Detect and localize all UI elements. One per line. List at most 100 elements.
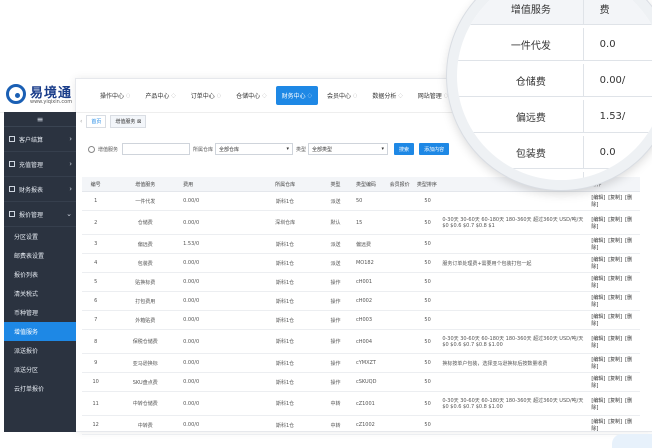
sidebar-group-label: 充值管理 — [19, 161, 44, 169]
cell-name: 保税仓储费 — [109, 329, 182, 354]
edit-link[interactable]: [编辑] — [591, 314, 605, 320]
services-table-wrap: 编号 增值服务 费用 所属仓库 类型 类型编码 会员报价 类型排序 操作 1 一件代发 0.00/0… — [82, 177, 640, 435]
sidebar-subitem[interactable]: 增值服务 — [4, 322, 76, 341]
edit-link[interactable]: [编辑] — [591, 398, 605, 404]
cell-desc — [440, 272, 590, 292]
edit-link[interactable]: [编辑] — [591, 257, 605, 263]
cell-desc — [440, 372, 590, 392]
tab-current[interactable]: 增值服务 ⊠ — [110, 115, 147, 128]
cell-vip — [387, 191, 415, 211]
copy-link[interactable]: [复制] — [608, 195, 622, 201]
cell-actions: [编辑] [复制] [删除] — [589, 253, 640, 273]
copy-link[interactable]: [复制] — [608, 357, 622, 363]
magnified-row: 仓储费 0.00/ — [457, 64, 652, 97]
sidebar-subitem[interactable]: 币种管理 — [4, 303, 76, 322]
warehouse-select[interactable]: 全部仓库 ▾ — [215, 143, 294, 155]
cell-sort: 50 — [414, 191, 441, 211]
corner-decoration — [612, 434, 652, 448]
copy-link[interactable]: [复制] — [608, 276, 622, 282]
logo[interactable]: 易境通 www.yiqixin.com — [6, 82, 82, 108]
cell-wh: 斯科1仓 — [253, 310, 318, 330]
magnified-service-name: 偏远费 — [515, 112, 546, 124]
cell-sort: 50 — [414, 329, 441, 354]
sidebar-subitem[interactable]: 云打单报价 — [4, 379, 76, 398]
sidebar-subitem[interactable]: 派送分区 — [4, 360, 76, 379]
nav-item[interactable]: 会员中心 ◌ — [321, 86, 363, 105]
add-content-button[interactable]: 添加内容 — [419, 143, 450, 155]
cell-desc — [440, 191, 590, 211]
edit-link[interactable]: [编辑] — [591, 295, 605, 301]
sidebar-subitem[interactable]: 派送报价 — [4, 341, 76, 360]
cell-desc: 0-30天 30-60天 60-180天 180-360天 超过360天 USD… — [440, 329, 590, 354]
sidebar-group[interactable]: 报价管理 ⌄ — [4, 202, 76, 227]
cell-name: 偏远费 — [109, 234, 182, 254]
sidebar-subitem[interactable]: 清关税式 — [4, 284, 76, 303]
copy-link[interactable]: [复制] — [608, 217, 622, 223]
table-row: 11 中转仓储费 0.00/0 斯科1仓 中转 cZ1001 50 0-30天 30-60天 … — [82, 391, 640, 416]
edit-link[interactable]: [编辑] — [591, 238, 605, 244]
copy-link[interactable]: [复制] — [608, 419, 622, 425]
sidebar-subitem[interactable]: 邮费表设置 — [4, 246, 76, 265]
edit-link[interactable]: [编辑] — [591, 276, 605, 282]
edit-link[interactable]: [编辑] — [591, 357, 605, 363]
column-header: 类型编码 — [353, 177, 388, 192]
sidebar-subitem[interactable]: 分区设置 — [4, 227, 76, 246]
magnified-fee: 费 — [582, 0, 652, 24]
nav-item[interactable]: 仓储中心 ◌ — [230, 86, 272, 105]
cell-vip — [387, 329, 415, 354]
sidebar-subitem[interactable]: 报价列表 — [4, 265, 76, 284]
edit-link[interactable]: [编辑] — [591, 195, 605, 201]
table-row: 8 保税仓储费 0.00/0 斯科1仓 操作 cH004 50 0-30天 30-60天 60… — [82, 329, 640, 354]
cell-sort: 50 — [414, 253, 441, 273]
cell-name: 中转仓储费 — [109, 391, 182, 416]
edit-link[interactable]: [编辑] — [591, 336, 605, 342]
type-select[interactable]: 全部类型 ▾ — [308, 143, 389, 155]
search-label: 增值服务 — [98, 146, 119, 153]
cell-sort: 50 — [414, 372, 441, 392]
cell-actions: [编辑] [复制] [删除] — [589, 191, 640, 211]
cell-wh: 斯科1仓 — [253, 234, 318, 254]
menu-toggle-icon[interactable]: ≡ — [4, 112, 76, 127]
nav-item-label: 产品中心 — [145, 93, 170, 100]
search-button[interactable]: 搜索 — [394, 143, 415, 155]
copy-link[interactable]: [复制] — [608, 376, 622, 382]
nav-item-label: 财务中心 — [281, 93, 306, 100]
tab-scroll-left-icon[interactable]: ‹ — [80, 118, 82, 125]
cell-sort: 50 — [414, 291, 441, 311]
edit-link[interactable]: [编辑] — [591, 419, 605, 425]
column-header: 类型排序 — [414, 177, 441, 192]
cell-actions: [编辑] [复制] [删除] — [589, 391, 640, 416]
copy-link[interactable]: [复制] — [608, 314, 622, 320]
nav-item[interactable]: 数据分析 ◌ — [366, 86, 408, 105]
sidebar-group[interactable]: 客户结算 › — [4, 127, 76, 152]
edit-link[interactable]: [编辑] — [591, 217, 605, 223]
copy-link[interactable]: [复制] — [608, 336, 622, 342]
search-input[interactable] — [122, 143, 191, 155]
logo-url: www.yiqixin.com — [30, 99, 73, 105]
nav-item[interactable]: 操作中心 ◌ — [94, 86, 136, 105]
cell-no: 3 — [82, 234, 110, 254]
nav-item-label: 操作中心 — [100, 93, 125, 100]
copy-link[interactable]: [复制] — [608, 398, 622, 404]
cell-code: 偏远费 — [353, 234, 388, 254]
tab-home[interactable]: 首页 — [86, 115, 107, 128]
cell-fee: 0.00/0 — [181, 253, 254, 273]
sidebar-group[interactable]: 财务报表 › — [4, 177, 76, 202]
cell-name: 打包费用 — [109, 291, 182, 311]
cell-code: cH001 — [353, 272, 388, 292]
cell-desc: 0-30天 30-60天 60-180天 180-360天 超过360天 USD… — [440, 210, 590, 235]
nav-item[interactable]: 财务中心 ◌ — [275, 86, 318, 105]
cell-vip — [387, 291, 415, 311]
copy-link[interactable]: [复制] — [608, 238, 622, 244]
sidebar-group[interactable]: 充值管理 › — [4, 152, 76, 177]
cell-vip — [387, 310, 415, 330]
copy-link[interactable]: [复制] — [608, 257, 622, 263]
magnified-service-name: 仓储费 — [515, 76, 546, 88]
nav-item[interactable]: 订单中心 ◌ — [185, 86, 227, 105]
copy-link[interactable]: [复制] — [608, 295, 622, 301]
nav-item-label: 仓储中心 — [236, 93, 261, 100]
cell-desc: 换标按单户包装，选择亚马逊换标后按数量收费 — [440, 353, 590, 373]
cell-name: SKU盘点费 — [109, 372, 182, 392]
edit-link[interactable]: [编辑] — [591, 376, 605, 382]
nav-item[interactable]: 产品中心 ◌ — [139, 86, 181, 105]
